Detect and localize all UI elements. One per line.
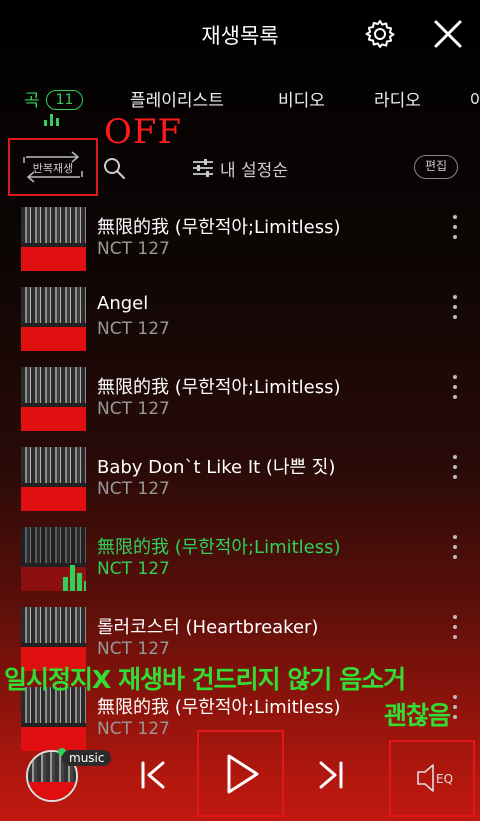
tab-label: 곡 — [24, 91, 40, 111]
play-highlight-box — [197, 730, 284, 817]
tab-count-badge: 11 — [45, 90, 84, 110]
tab-songs[interactable]: 곡 11 — [24, 86, 84, 111]
next-track-icon[interactable] — [316, 760, 346, 790]
album-thumbnail — [21, 447, 86, 511]
edit-button[interactable]: 편집 — [414, 155, 458, 179]
more-options-icon[interactable] — [451, 215, 459, 241]
album-thumbnail — [21, 287, 86, 351]
gear-icon[interactable] — [364, 18, 396, 50]
song-title: 롤러코스터 (Heartbreaker) — [97, 617, 319, 638]
music-badge: music — [62, 750, 112, 766]
album-thumbnail — [21, 207, 86, 271]
song-title: Angel — [97, 293, 149, 314]
sliders-icon — [193, 159, 213, 177]
album-thumbnail — [21, 367, 86, 431]
song-row[interactable]: Angel NCT 127 — [0, 287, 480, 367]
page-title: 재생목록 — [201, 24, 279, 48]
now-playing-bars-icon — [63, 553, 86, 591]
more-options-icon[interactable] — [451, 615, 459, 641]
sort-label: 내 설정순 — [220, 160, 288, 181]
song-title: 無限的我 (무한적아;Limitless) — [97, 697, 341, 718]
mini-player: music EQ — [0, 730, 480, 821]
album-thumbnail — [21, 527, 86, 591]
song-title: 無限的我 (무한적아;Limitless) — [97, 537, 341, 558]
header: 재생목록 — [0, 0, 480, 68]
song-artist: NCT 127 — [97, 639, 170, 659]
sort-button[interactable]: 내 설정순 — [192, 154, 288, 182]
repeat-label: 반복재생 — [32, 162, 74, 175]
repeat-off-annotation: OFF — [104, 112, 183, 152]
more-options-icon[interactable] — [451, 695, 459, 721]
song-row[interactable]: 無限的我 (무한적아;Limitless) NCT 127 — [0, 367, 480, 447]
annotation-text: 일시정지X 재생바 건드리지 않기 음소거 — [4, 665, 406, 694]
repeat-toggle-button[interactable]: 반복재생 — [20, 149, 86, 185]
eq-highlight-box: EQ — [389, 740, 475, 817]
annotation-text: 괜찮음 — [384, 701, 451, 730]
play-icon[interactable] — [225, 753, 261, 795]
tab-radio[interactable]: 라디오 — [374, 86, 421, 111]
song-row-playing[interactable]: 無限的我 (무한적아;Limitless) NCT 127 — [0, 527, 480, 607]
song-title: 無限的我 (무한적아;Limitless) — [97, 217, 341, 238]
more-options-icon[interactable] — [451, 535, 459, 561]
song-artist: NCT 127 — [97, 559, 170, 579]
search-icon[interactable] — [102, 156, 126, 180]
more-options-icon[interactable] — [451, 455, 459, 481]
song-title: Baby Don`t Like It (나쁜 짓) — [97, 457, 336, 478]
now-playing-mini-icon — [44, 114, 60, 126]
eq-label: EQ — [436, 772, 453, 786]
previous-track-icon[interactable] — [138, 760, 168, 790]
more-options-icon[interactable] — [451, 295, 459, 321]
more-options-icon[interactable] — [451, 375, 459, 401]
song-artist: NCT 127 — [97, 239, 170, 259]
song-title: 無限的我 (무한적아;Limitless) — [97, 377, 341, 398]
speaker-eq-icon[interactable]: EQ — [415, 762, 455, 794]
song-artist: NCT 127 — [97, 479, 170, 499]
tab-playlists[interactable]: 플레이리스트 — [130, 86, 224, 111]
repeat-highlight-box: 반복재생 — [8, 138, 98, 196]
tab-bar: 곡 11 플레이리스트 비디오 라디오 아 — [0, 86, 480, 126]
tab-videos[interactable]: 비디오 — [278, 86, 325, 111]
tab-more[interactable]: 아 — [470, 86, 480, 111]
song-row[interactable]: 無限的我 (무한적아;Limitless) NCT 127 — [0, 207, 480, 287]
song-row[interactable]: Baby Don`t Like It (나쁜 짓) NCT 127 — [0, 447, 480, 527]
song-artist: NCT 127 — [97, 399, 170, 419]
song-artist: NCT 127 — [97, 319, 170, 339]
close-icon[interactable] — [432, 18, 464, 50]
